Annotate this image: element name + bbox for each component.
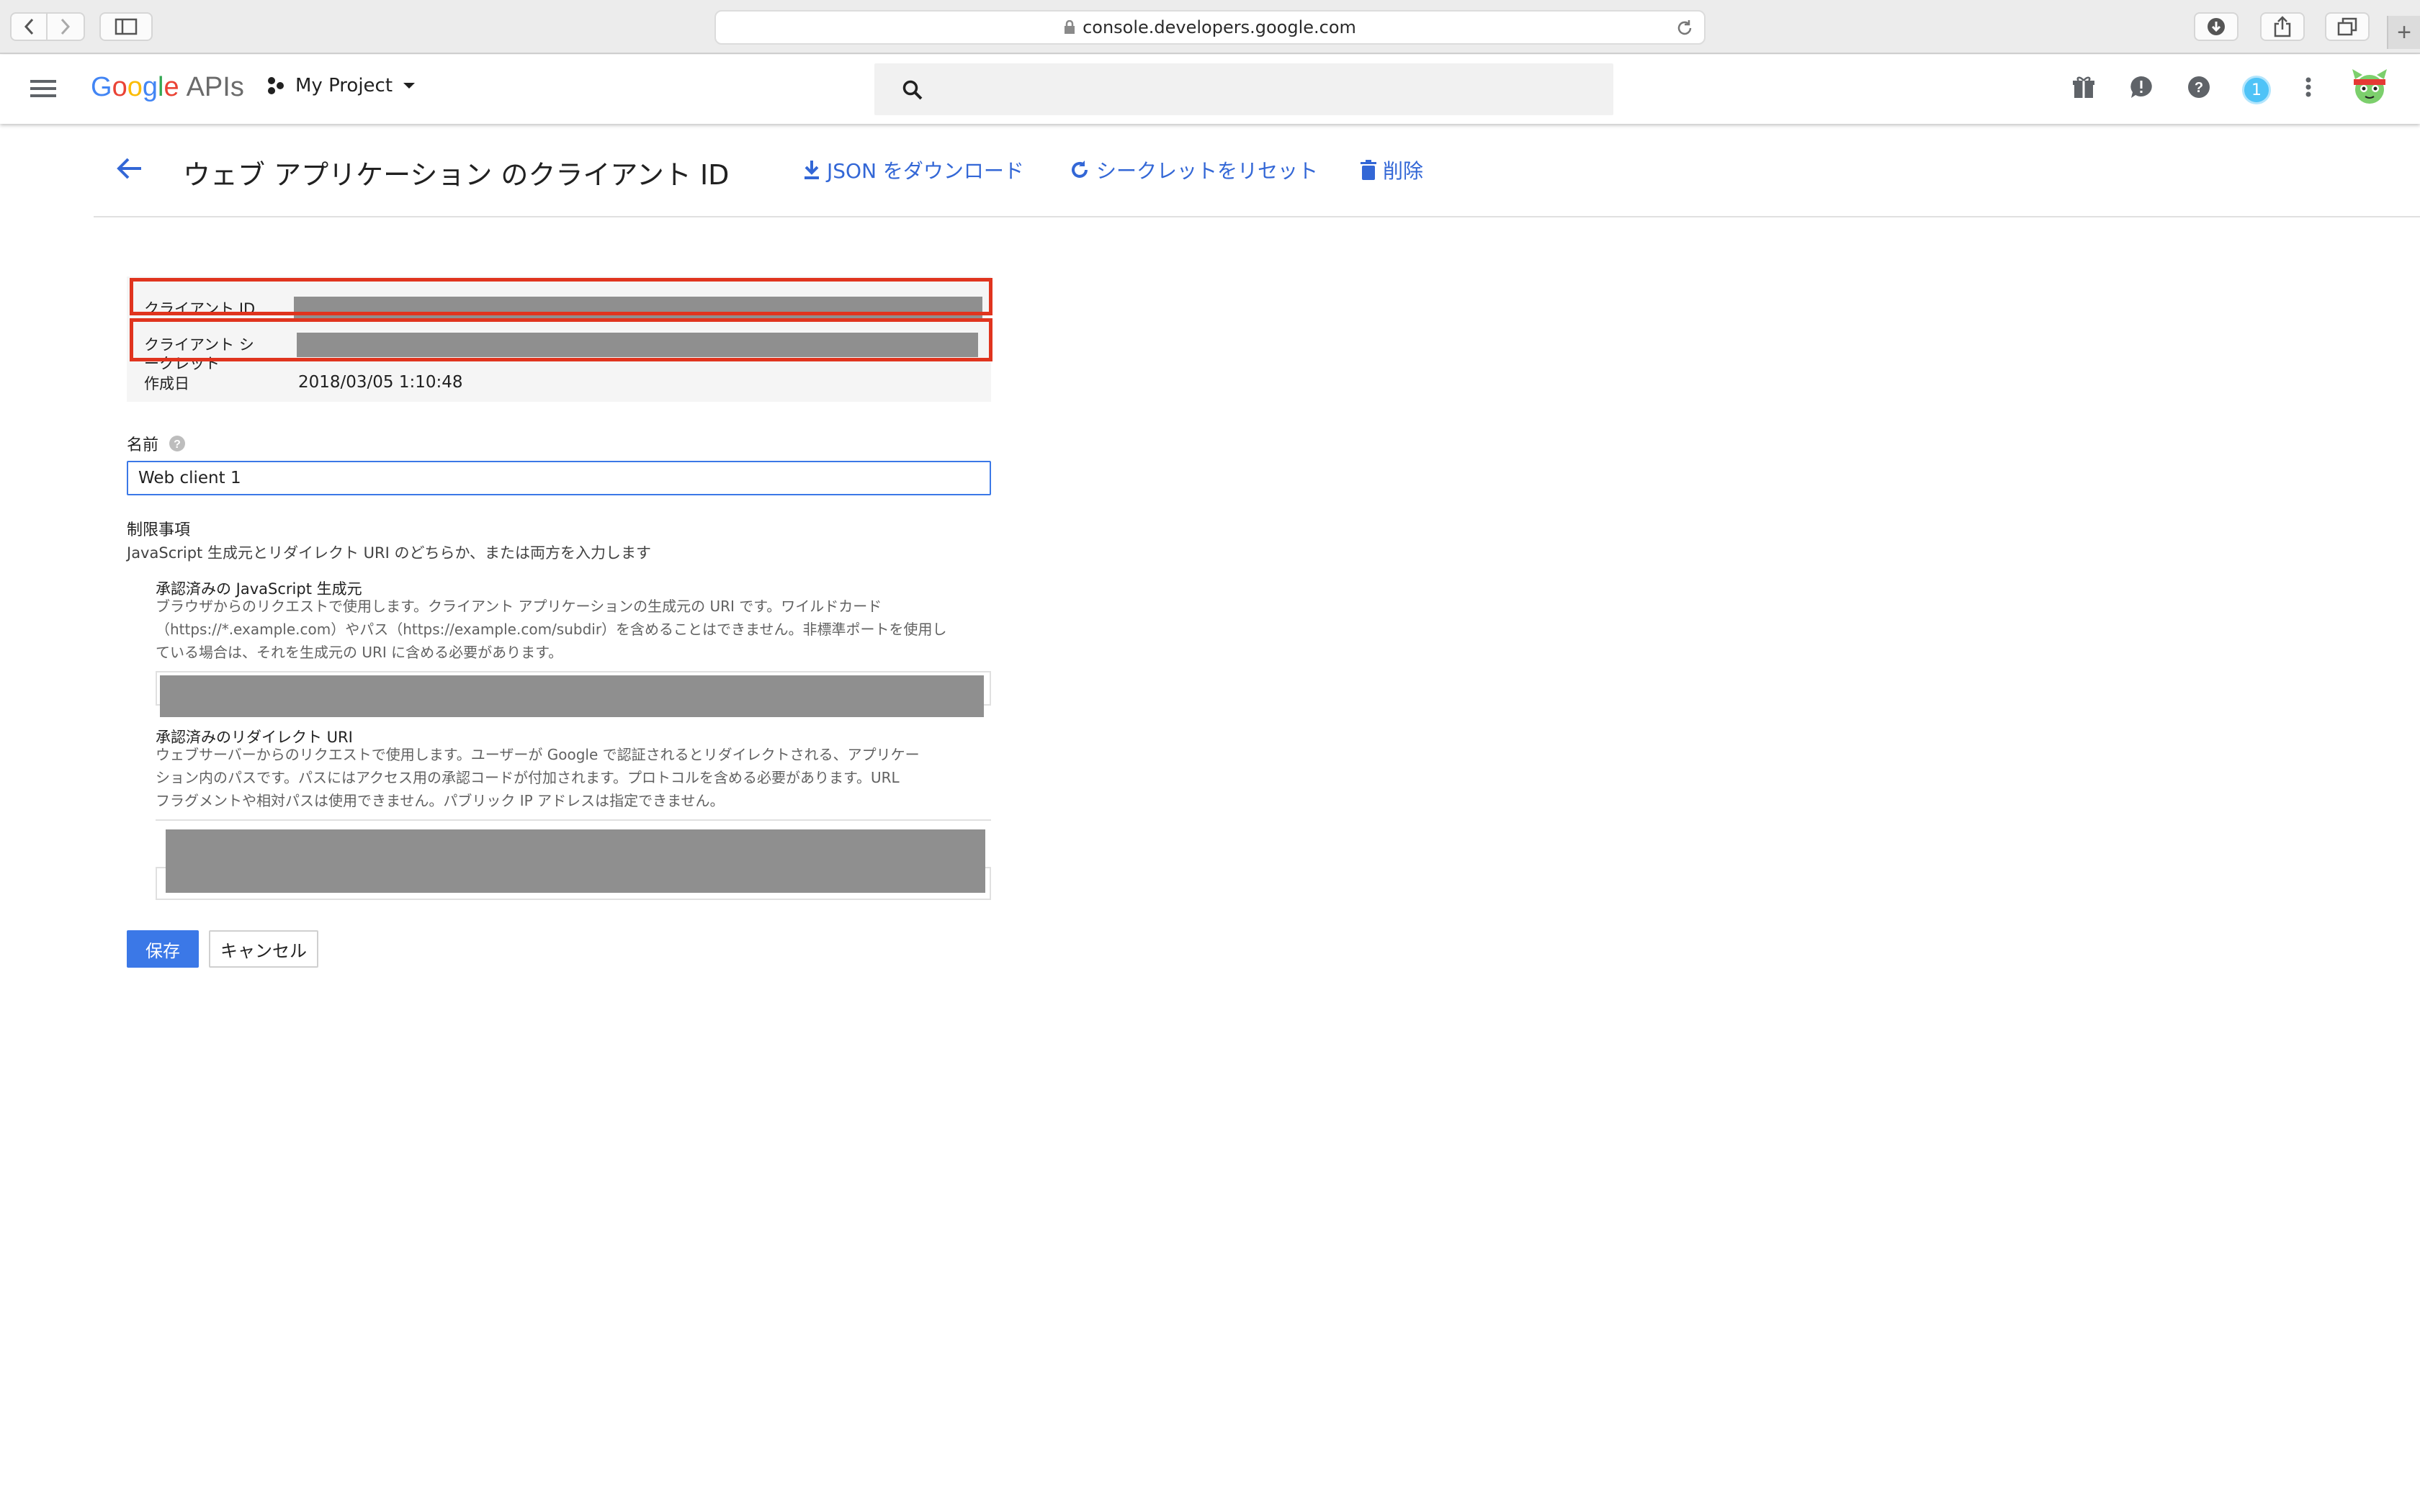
chevron-left-icon bbox=[24, 18, 34, 35]
app-header: Google APIs My Project ? 1 bbox=[0, 55, 2420, 124]
caret-down-icon bbox=[403, 83, 416, 89]
page-title: ウェブ アプリケーション のクライアント ID bbox=[183, 159, 730, 191]
page-title-bar: ウェブ アプリケーション のクライアント ID JSON をダウンロード シーク… bbox=[94, 124, 2420, 217]
google-apis-logo[interactable]: Google APIs bbox=[91, 72, 244, 103]
delete-button[interactable]: 削除 bbox=[1360, 156, 1423, 184]
created-date-label: 作成日 bbox=[144, 375, 189, 392]
address-bar[interactable]: console.developers.google.com bbox=[714, 10, 1706, 45]
download-icon bbox=[805, 161, 819, 179]
save-button[interactable]: 保存 bbox=[127, 930, 199, 968]
redirect-uris-description: ウェブサーバーからのリクエストで使用します。ユーザーが Google で認証され… bbox=[156, 746, 920, 809]
created-date-value: 2018/03/05 1:10:48 bbox=[298, 373, 463, 392]
trash-icon bbox=[1361, 160, 1376, 180]
svg-text:?: ? bbox=[174, 438, 181, 451]
svg-text:?: ? bbox=[2195, 80, 2203, 96]
name-label: 名前 ? bbox=[127, 432, 186, 455]
js-origin-uri-input[interactable] bbox=[156, 671, 991, 717]
gift-icon[interactable] bbox=[2071, 75, 2096, 99]
tab-overview-button[interactable] bbox=[2325, 12, 2370, 41]
js-origins-description: ブラウザからのリクエストで使用します。クライアント アプリケーションの生成元の … bbox=[156, 598, 947, 661]
reload-icon[interactable] bbox=[1675, 19, 1694, 37]
hamburger-menu-icon[interactable] bbox=[29, 78, 58, 99]
sidebar-toggle-button[interactable] bbox=[99, 12, 153, 41]
url-text: console.developers.google.com bbox=[1083, 17, 1356, 37]
more-vert-icon[interactable] bbox=[2303, 75, 2313, 99]
browser-toolbar: console.developers.google.com + bbox=[0, 0, 2420, 54]
search-input[interactable] bbox=[874, 63, 1613, 115]
forward-button[interactable] bbox=[48, 12, 85, 41]
nav-buttons bbox=[10, 12, 85, 41]
project-selector[interactable]: My Project bbox=[265, 75, 416, 96]
new-tab-button[interactable]: + bbox=[2387, 16, 2420, 49]
restrictions-description: JavaScript 生成元とリダイレクト URI のどちらか、または両方を入力… bbox=[127, 544, 652, 562]
feedback-icon[interactable] bbox=[2129, 75, 2154, 99]
redirect-uri-redacted bbox=[166, 829, 985, 893]
project-dots-icon bbox=[268, 77, 284, 94]
download-json-button[interactable]: JSON をダウンロード bbox=[802, 156, 1024, 184]
search-icon bbox=[902, 80, 923, 100]
notifications-badge[interactable]: 1 bbox=[2242, 76, 2271, 104]
downloads-button[interactable] bbox=[2194, 12, 2238, 41]
help-icon[interactable]: ? bbox=[2187, 75, 2211, 99]
share-button[interactable] bbox=[2260, 12, 2305, 41]
back-button[interactable] bbox=[10, 12, 48, 41]
restrictions-title: 制限事項 bbox=[127, 521, 191, 539]
help-circle-icon[interactable]: ? bbox=[169, 435, 186, 452]
js-origin-uri-redacted bbox=[160, 675, 984, 717]
tabs-icon bbox=[2337, 17, 2357, 36]
cancel-button[interactable]: キャンセル bbox=[209, 930, 318, 968]
download-circle-icon bbox=[2208, 18, 2225, 35]
client-secret-highlight bbox=[130, 318, 992, 361]
share-icon bbox=[2274, 16, 2291, 37]
name-input[interactable] bbox=[127, 461, 991, 495]
back-arrow-icon[interactable] bbox=[117, 157, 143, 180]
redirect-divider bbox=[156, 819, 991, 821]
client-id-highlight bbox=[130, 278, 992, 315]
reset-secret-button[interactable]: シークレットをリセット bbox=[1069, 156, 1318, 184]
sidebar-icon bbox=[115, 18, 138, 35]
user-avatar[interactable] bbox=[2347, 65, 2393, 111]
chevron-right-icon bbox=[60, 18, 71, 35]
project-name: My Project bbox=[295, 75, 393, 96]
lock-icon bbox=[1065, 20, 1075, 34]
refresh-icon bbox=[1072, 161, 1088, 178]
